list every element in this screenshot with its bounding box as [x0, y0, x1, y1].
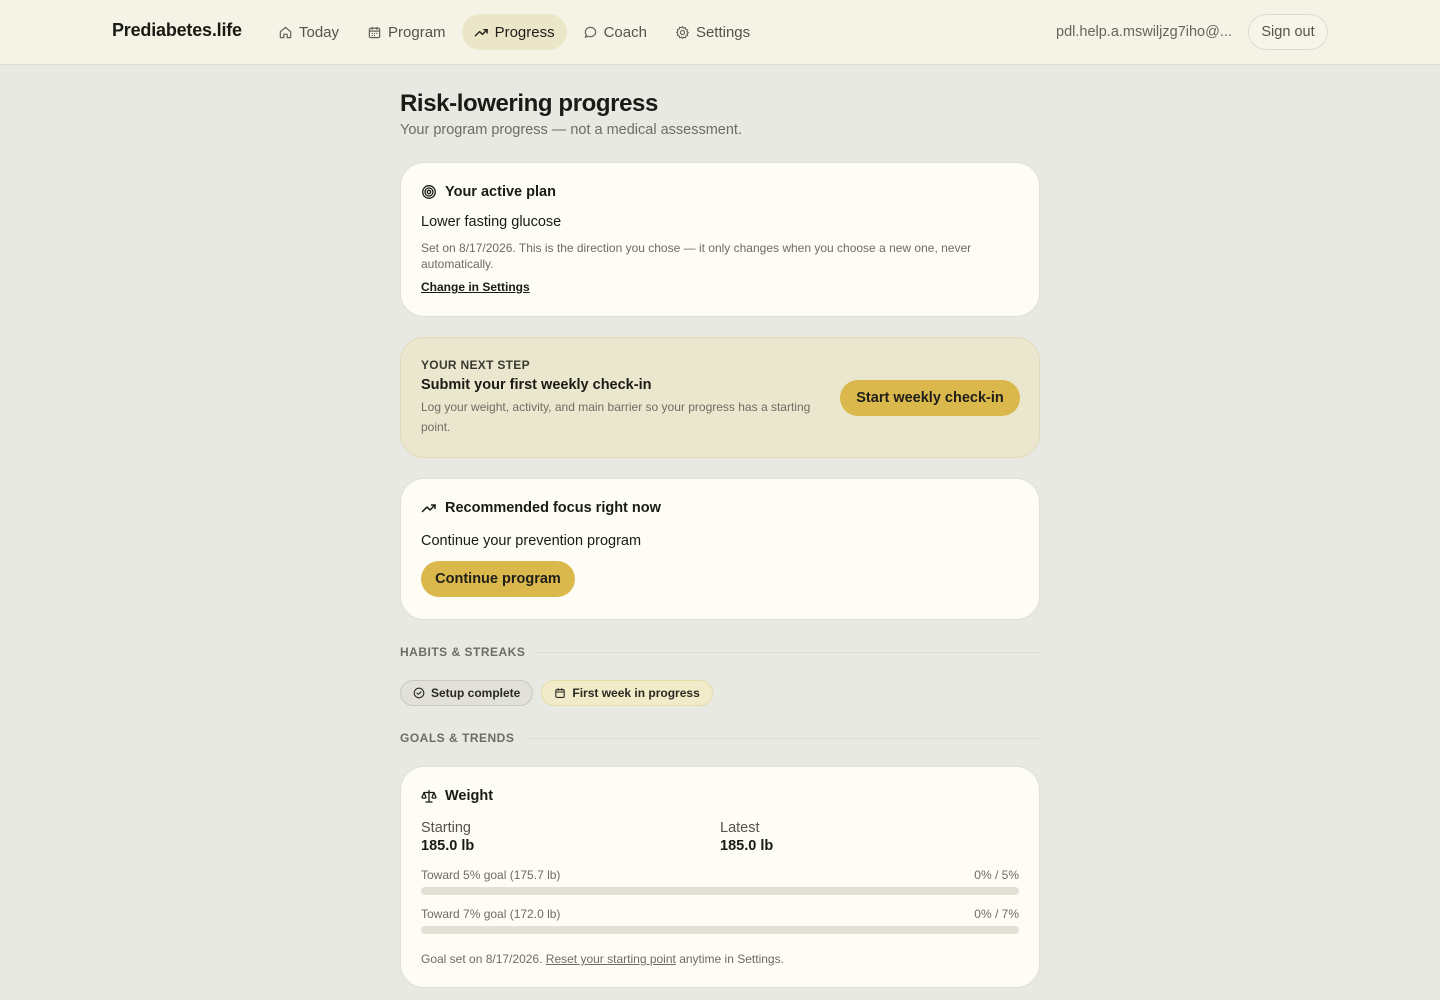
habits-section-label: HABITS & STREAKS	[400, 645, 1040, 659]
weight-footer: Goal set on 8/17/2026. Reset your starti…	[421, 952, 1019, 966]
start-weekly-check-in-button[interactable]: Start weekly check-in	[840, 380, 1020, 416]
goal-5-label: Toward 5% goal (175.7 lb)	[421, 868, 561, 882]
chip-label: First week in progress	[572, 686, 700, 700]
brand-logo[interactable]: Prediabetes.life	[112, 20, 242, 41]
focus-title: Recommended focus right now	[445, 500, 661, 516]
starting-weight: Starting 185.0 lb	[421, 820, 720, 854]
top-navigation-bar: Prediabetes.life Today Program Progress …	[0, 0, 1440, 65]
weight-heading: Weight	[421, 788, 1019, 804]
weight-card: Weight Starting 185.0 lb Latest 185.0 lb…	[400, 766, 1040, 988]
goal-5-value: 0% / 5%	[974, 868, 1019, 882]
chip-label: Setup complete	[431, 686, 521, 700]
target-icon	[422, 185, 436, 199]
latest-weight: Latest 185.0 lb	[720, 820, 1019, 854]
first-week-chip: First week in progress	[541, 680, 713, 706]
nav-item-coach[interactable]: Coach	[571, 14, 659, 50]
next-step-kicker: YOUR NEXT STEP	[421, 358, 530, 372]
stat-label: Starting	[421, 820, 471, 836]
stat-value: 185.0 lb	[720, 838, 774, 854]
page-title: Risk-lowering progress	[400, 90, 658, 117]
nav-item-progress[interactable]: Progress	[461, 14, 567, 50]
next-step-description: Log your weight, activity, and main barr…	[421, 400, 811, 434]
home-icon	[279, 26, 292, 38]
reset-starting-point-link[interactable]: Reset your starting point	[546, 952, 676, 966]
active-plan-title: Your active plan	[445, 184, 556, 200]
section-divider	[537, 651, 1040, 653]
recommended-focus-card: Recommended focus right now Continue you…	[400, 478, 1040, 620]
trending-up-icon	[421, 504, 436, 513]
nav-label: Today	[299, 23, 340, 41]
goal-7-value: 0% / 7%	[974, 907, 1019, 921]
footer-suffix: anytime in Settings.	[679, 952, 784, 966]
nav-item-program[interactable]: Program	[355, 14, 458, 50]
focus-heading: Recommended focus right now	[421, 500, 1019, 516]
nav-label: Settings	[695, 23, 751, 41]
change-in-settings-link[interactable]: Change in Settings	[421, 280, 530, 294]
habits-section-title: HABITS & STREAKS	[400, 645, 526, 659]
nav-item-today[interactable]: Today	[266, 14, 351, 50]
nav-label: Program	[388, 23, 446, 41]
check-circle-icon	[413, 687, 425, 699]
page-subtitle: Your program progress — not a medical as…	[400, 122, 742, 138]
nav-label: Progress	[494, 23, 555, 41]
goal-7-row: Toward 7% goal (172.0 lb) 0% / 7%	[421, 907, 1019, 921]
scale-icon	[421, 790, 437, 803]
goal-5-row: Toward 5% goal (175.7 lb) 0% / 5%	[421, 868, 1019, 882]
focus-text: Continue your prevention program	[421, 533, 642, 549]
goals-section-title: GOALS & TRENDS	[400, 731, 515, 745]
stat-value: 185.0 lb	[421, 838, 475, 854]
active-plan-heading: Your active plan	[421, 184, 1019, 200]
section-divider	[526, 737, 1040, 739]
trending-up-icon	[474, 28, 488, 36]
goals-section-label: GOALS & TRENDS	[400, 731, 1040, 745]
next-step-card: YOUR NEXT STEP Submit your first weekly …	[400, 337, 1040, 458]
calendar-icon	[555, 688, 566, 698]
goal-7-progress-bar	[421, 926, 1019, 934]
user-email: pdl.help.a.mswiljzg7iho@...	[1056, 24, 1232, 40]
chat-icon	[584, 26, 596, 38]
continue-program-button[interactable]: Continue program	[421, 561, 575, 597]
weight-title: Weight	[445, 788, 494, 804]
setup-complete-chip: Setup complete	[400, 680, 534, 706]
footer-prefix: Goal set on 8/17/2026.	[421, 952, 543, 966]
main-nav: Today Program Progress Coach Settings	[266, 14, 766, 50]
plan-note: Set on 8/17/2026. This is the direction …	[421, 241, 972, 271]
goal-7-label: Toward 7% goal (172.0 lb)	[421, 907, 561, 921]
calendar-icon	[368, 26, 381, 38]
nav-label: Coach	[603, 23, 647, 41]
active-plan-card: Your active plan Lower fasting glucose S…	[400, 162, 1040, 317]
sign-out-button[interactable]: Sign out	[1248, 14, 1328, 50]
goal-5-progress-bar	[421, 887, 1019, 895]
plan-name: Lower fasting glucose	[421, 214, 562, 230]
gear-icon	[675, 25, 690, 39]
habit-chips: Setup complete First week in progress	[400, 680, 713, 706]
stat-label: Latest	[720, 820, 760, 836]
weight-stats: Starting 185.0 lb Latest 185.0 lb	[421, 820, 1019, 854]
page-header: Risk-lowering progress Your program prog…	[400, 90, 1040, 138]
nav-item-settings[interactable]: Settings	[663, 14, 762, 50]
